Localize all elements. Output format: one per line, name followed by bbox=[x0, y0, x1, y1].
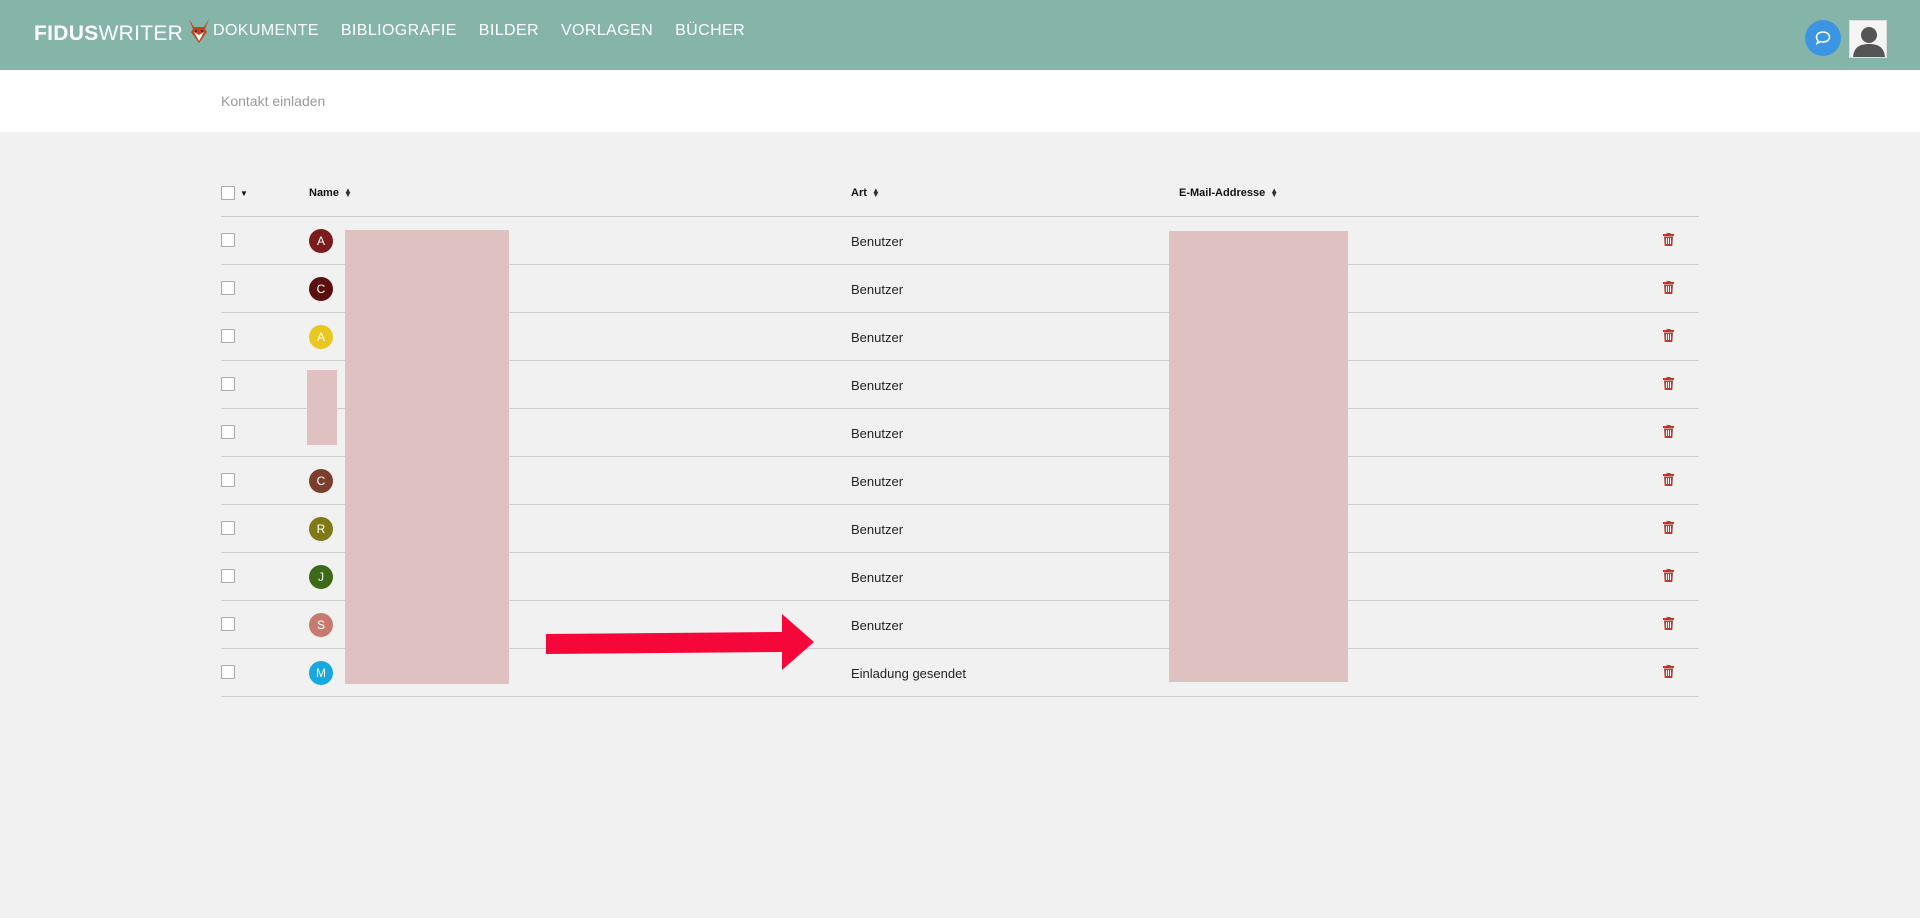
user-avatar[interactable] bbox=[1849, 20, 1887, 58]
row-checkbox[interactable] bbox=[221, 425, 235, 439]
contact-avatar: J bbox=[309, 565, 333, 589]
sort-icon: ▲ ▼ bbox=[343, 186, 352, 199]
nav-item-dokumente[interactable]: DOKUMENTE bbox=[213, 22, 319, 40]
redaction-names bbox=[345, 230, 509, 684]
delete-contact-icon[interactable] bbox=[1663, 521, 1674, 539]
select-dropdown-icon[interactable]: ▼ bbox=[240, 189, 248, 198]
contact-avatar: A bbox=[309, 325, 333, 349]
chat-button[interactable] bbox=[1805, 20, 1841, 56]
select-all-checkbox[interactable] bbox=[221, 186, 235, 200]
contact-type: Benutzer bbox=[851, 378, 904, 393]
column-email[interactable]: E-Mail-Addresse ▲ ▼ bbox=[1179, 186, 1279, 200]
row-checkbox[interactable] bbox=[221, 329, 235, 343]
delete-contact-icon[interactable] bbox=[1663, 233, 1674, 251]
delete-contact-icon[interactable] bbox=[1663, 665, 1674, 683]
main-nav: DOKUMENTE BIBLIOGRAFIE BILDER VORLAGEN BÜCHE… bbox=[213, 22, 745, 40]
delete-contact-icon[interactable] bbox=[1663, 329, 1674, 347]
column-name[interactable]: Name ▲ ▼ bbox=[309, 186, 352, 200]
contact-avatar: M bbox=[309, 661, 333, 685]
row-checkbox[interactable] bbox=[221, 473, 235, 487]
delete-contact-icon[interactable] bbox=[1663, 377, 1674, 395]
row-checkbox[interactable] bbox=[221, 617, 235, 631]
delete-contact-icon[interactable] bbox=[1663, 473, 1674, 491]
row-checkbox[interactable] bbox=[221, 521, 235, 535]
select-all-control[interactable]: ▼ bbox=[221, 186, 248, 200]
chat-icon bbox=[1815, 31, 1831, 46]
annotation-arrow bbox=[546, 614, 814, 670]
delete-contact-icon[interactable] bbox=[1663, 425, 1674, 443]
row-checkbox[interactable] bbox=[221, 281, 235, 295]
user-icon bbox=[1853, 27, 1885, 57]
contact-type: Benutzer bbox=[851, 618, 904, 633]
redaction-emails bbox=[1169, 231, 1348, 682]
contact-type: Benutzer bbox=[851, 474, 904, 489]
contact-type: Benutzer bbox=[851, 522, 904, 537]
invite-contact-link[interactable]: Kontakt einladen bbox=[221, 93, 325, 109]
contact-avatar: S bbox=[309, 613, 333, 637]
fox-icon bbox=[189, 19, 210, 43]
table-header: ▼ Name ▲ ▼ Art ▲ ▼ E-Mail-Addresse ▲ ▼ bbox=[221, 170, 1699, 217]
nav-item-bibliografie[interactable]: BIBLIOGRAFIE bbox=[341, 22, 457, 40]
column-type[interactable]: Art ▲ ▼ bbox=[851, 186, 880, 200]
contact-type: Benutzer bbox=[851, 426, 904, 441]
row-checkbox[interactable] bbox=[221, 665, 235, 679]
contact-avatar: C bbox=[309, 277, 333, 301]
contact-type: Benutzer bbox=[851, 282, 904, 297]
nav-item-bücher[interactable]: BÜCHER bbox=[675, 22, 745, 40]
contact-type: Benutzer bbox=[851, 330, 904, 345]
sort-icon: ▲ ▼ bbox=[1270, 186, 1279, 199]
row-checkbox[interactable] bbox=[221, 377, 235, 391]
row-checkbox[interactable] bbox=[221, 233, 235, 247]
nav-item-bilder[interactable]: BILDER bbox=[479, 22, 539, 40]
delete-contact-icon[interactable] bbox=[1663, 569, 1674, 587]
contact-type: Benutzer bbox=[851, 234, 904, 249]
nav-item-vorlagen[interactable]: VORLAGEN bbox=[561, 22, 653, 40]
fiduswriter-logo[interactable]: FIDUS WRITER bbox=[34, 19, 210, 46]
top-navbar: FIDUS WRITER DOKUMENTE BIBLIOGRAFIE BILDER V… bbox=[0, 0, 1920, 70]
delete-contact-icon[interactable] bbox=[1663, 617, 1674, 635]
contact-type: Einladung gesendet bbox=[851, 666, 966, 681]
contact-avatar: R bbox=[309, 517, 333, 541]
action-bar: Kontakt einladen bbox=[0, 70, 1920, 132]
row-checkbox[interactable] bbox=[221, 569, 235, 583]
delete-contact-icon[interactable] bbox=[1663, 281, 1674, 299]
contact-avatar: A bbox=[309, 229, 333, 253]
contact-type: Benutzer bbox=[851, 570, 904, 585]
contact-avatar: C bbox=[309, 469, 333, 493]
sort-icon: ▲ ▼ bbox=[871, 186, 880, 199]
redaction-avatar bbox=[307, 370, 337, 445]
